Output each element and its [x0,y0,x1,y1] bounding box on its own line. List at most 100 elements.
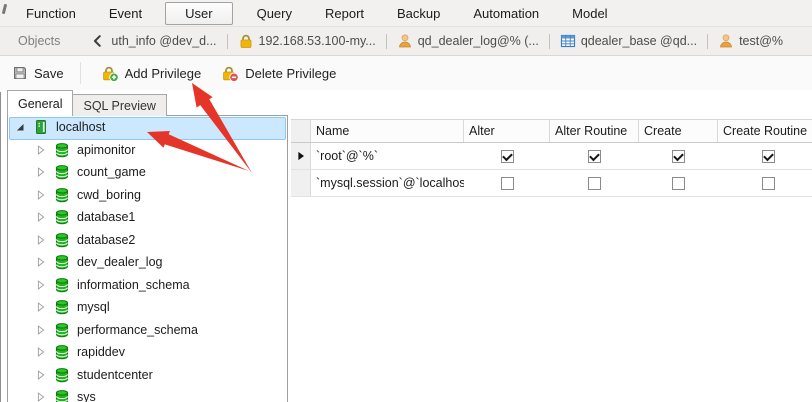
menu-item-report[interactable]: Report [312,2,377,25]
tree-item-rapiddev[interactable]: rapiddev [8,341,287,364]
grid-row-mysql-session[interactable]: `mysql.session`@`localhost` [291,170,812,197]
grid-header-row: Name Alter Alter Routine Create Create R… [291,119,812,143]
grid-row-root[interactable]: `root`@`%` [291,143,812,170]
toolbar-separator [79,62,81,84]
tab-general[interactable]: General [7,90,74,116]
tree-item-sys[interactable]: sys [8,386,287,402]
create-checkbox-cell [639,149,718,163]
connection-tab-label: qd_dealer_log@% (... [417,34,539,48]
column-header-name[interactable]: Name [311,120,464,142]
create-routine-checkbox[interactable] [761,149,775,163]
create-checkbox[interactable] [672,176,685,190]
chevron-collapsed-icon[interactable] [34,368,48,382]
user-icon [397,33,413,49]
delete-privilege-button[interactable]: Delete Privilege [213,61,344,86]
tree-item-label: cwd_boring [77,187,141,202]
tree-item-database2[interactable]: database2 [8,229,287,252]
connection-tab-qd-dealer-log[interactable]: qd_dealer_log@% (... [394,33,542,49]
database-icon [54,299,70,315]
chevron-collapsed-icon[interactable] [34,300,48,314]
tree-selection-highlight [9,117,286,140]
tree-item-label: dev_dealer_log [77,255,163,270]
alter-routine-checkbox-cell [550,176,639,190]
menu-item-function[interactable]: Function [13,2,89,25]
chevron-expanded-icon[interactable] [13,120,27,134]
connection-tab-qdealer-base[interactable]: qdealer_base @qd... [557,33,700,49]
tree-item-dev-dealer-log[interactable]: dev_dealer_log [8,251,287,274]
lock-add-icon [101,65,119,82]
lock-icon [238,33,254,49]
tab-separator [385,33,387,49]
menu-item-model[interactable]: Model [559,2,620,25]
create-routine-checkbox[interactable] [761,176,775,190]
row-pointer-icon [295,150,307,162]
column-header-alter[interactable]: Alter [464,120,550,142]
alter-checkbox[interactable] [500,176,514,190]
chevron-collapsed-icon[interactable] [34,390,48,402]
chevron-collapsed-icon[interactable] [34,345,48,359]
chevron-collapsed-icon[interactable] [34,143,48,157]
scroll-tabs-left-button[interactable] [90,32,106,50]
create-checkbox[interactable] [672,149,685,163]
column-header-create[interactable]: Create [639,120,718,142]
tree-item-label: count_game [77,165,146,180]
menu-item-event[interactable]: Event [96,2,155,25]
column-header-create-routine[interactable]: Create Routine [718,120,812,142]
alter-checkbox-cell [464,176,550,190]
add-privilege-label: Add Privilege [124,65,202,81]
tree-item-apimonitor[interactable]: apimonitor [8,139,287,162]
tree-item-information-schema[interactable]: information_schema [8,274,287,297]
connection-tab-auth-info[interactable]: uth_info @dev_d... [108,34,219,48]
tree-item-database1[interactable]: database1 [8,206,287,229]
column-header-alter-routine[interactable]: Alter Routine [550,120,639,142]
tree-item-mysql[interactable]: mysql [8,296,287,319]
save-button[interactable]: Save [4,61,72,85]
tree-item-studentcenter[interactable]: studentcenter [8,364,287,387]
chevron-collapsed-icon[interactable] [34,233,48,247]
panel-left-edge [0,92,1,402]
database-icon [54,322,70,338]
objects-label[interactable]: Objects [18,34,60,48]
menu-item-backup[interactable]: Backup [384,2,453,25]
chevron-collapsed-icon[interactable] [34,323,48,337]
connection-tab-192-168-53-100[interactable]: 192.168.53.100-my... [235,33,379,49]
tree-item-label: sys [77,390,96,402]
menu-item-user[interactable]: User [165,1,233,25]
menu-item-query[interactable]: Query [244,2,305,25]
table-icon [560,33,576,49]
current-row-indicator [291,143,311,169]
connection-tab-label: test@% [739,34,784,48]
user-name-cell[interactable]: `root`@`%` [311,149,464,163]
chevron-collapsed-icon[interactable] [34,165,48,179]
alter-routine-checkbox[interactable] [588,149,601,163]
database-icon [54,277,70,293]
tree-item-localhost[interactable]: localhost [8,116,287,140]
connection-tab-test[interactable]: test@% [715,33,786,49]
alter-checkbox-cell [464,149,550,163]
alter-routine-checkbox[interactable] [588,176,601,190]
chevron-collapsed-icon[interactable] [34,188,48,202]
alter-routine-checkbox-cell [550,149,639,163]
menu-bar: Function Event User Query Report Backup … [0,0,812,27]
tab-sql-preview[interactable]: SQL Preview [73,94,167,116]
privileges-grid: Name Alter Alter Routine Create Create R… [291,119,812,402]
menu-item-automation[interactable]: Automation [460,2,552,25]
tree-item-label: localhost [56,120,106,135]
tree-item-performance-schema[interactable]: performance_schema [8,319,287,342]
save-button-label: Save [34,65,64,81]
chevron-collapsed-icon[interactable] [34,210,48,224]
tab-separator [548,33,550,49]
database-icon [54,389,70,402]
user-name-cell[interactable]: `mysql.session`@`localhost` [311,176,464,190]
tree-item-label: mysql [77,300,110,315]
add-privilege-button[interactable]: Add Privilege [93,61,210,86]
chevron-collapsed-icon[interactable] [34,255,48,269]
alter-checkbox[interactable] [500,149,514,163]
chevron-left-icon [91,34,105,48]
chevron-collapsed-icon[interactable] [34,278,48,292]
tree-item-count-game[interactable]: count_game [8,161,287,184]
create-checkbox-cell [639,176,718,190]
connection-tab-label: 192.168.53.100-my... [258,34,376,48]
delete-privilege-label: Delete Privilege [245,65,337,81]
tree-item-cwd-boring[interactable]: cwd_boring [8,184,287,207]
